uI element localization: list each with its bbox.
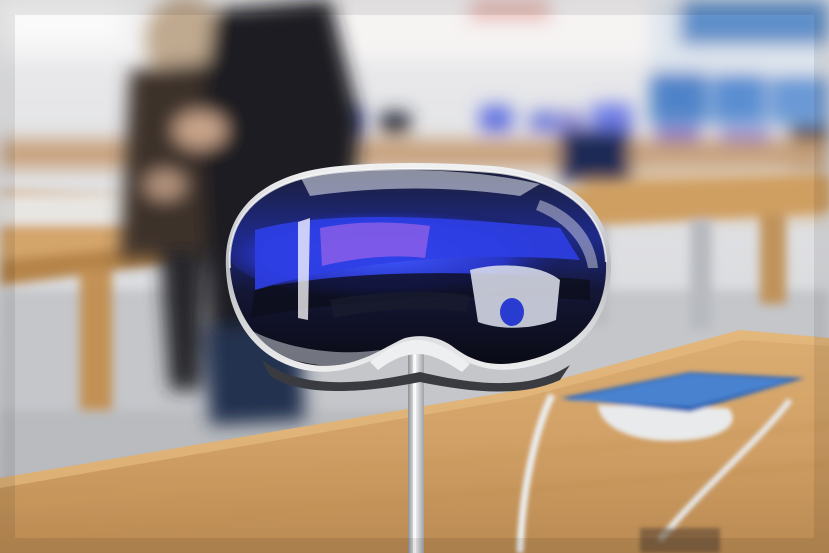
scene-svg — [0, 0, 829, 553]
photo-scene — [0, 0, 829, 553]
